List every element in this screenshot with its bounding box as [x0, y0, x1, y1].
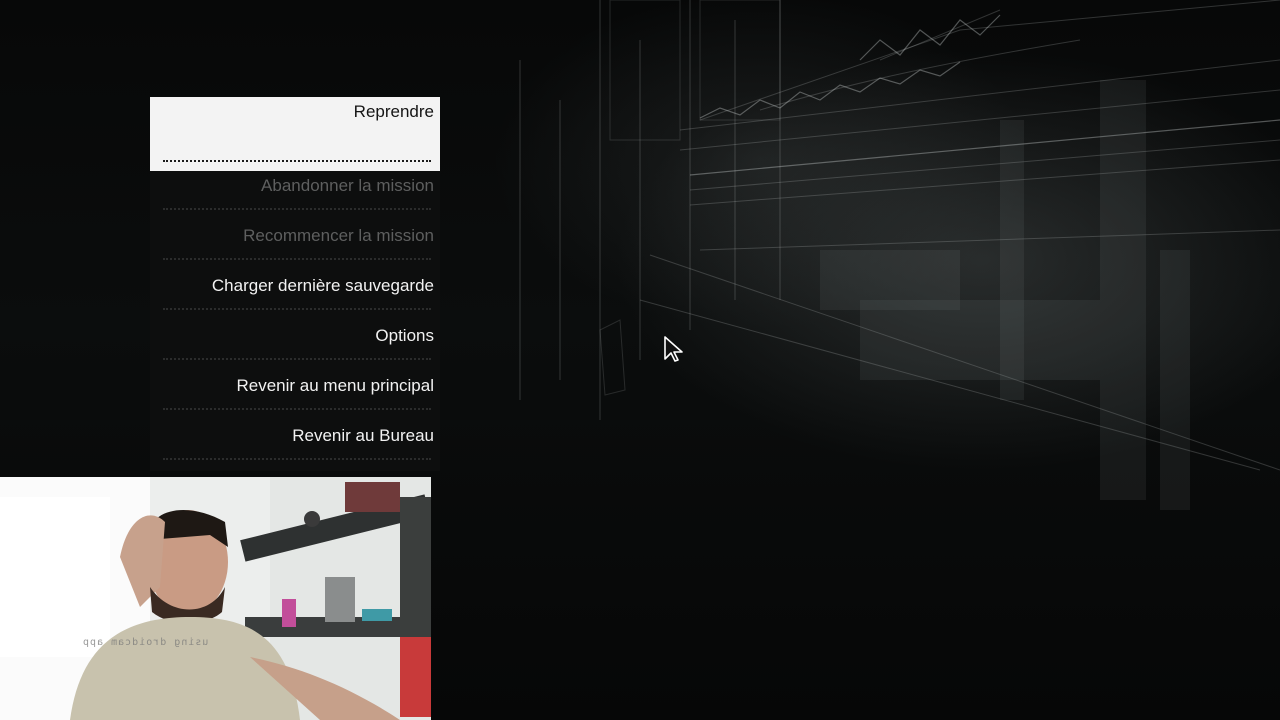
webcam-caption: using droidcam app	[82, 637, 209, 648]
menu-item-divider	[163, 458, 431, 460]
menu-item-label: Reprendre	[353, 102, 434, 121]
menu-item-label: Options	[375, 326, 434, 345]
menu-item-divider	[163, 308, 431, 310]
menu-item-label: Charger dernière sauvegarde	[211, 276, 434, 295]
mouse-pointer-icon	[664, 336, 683, 362]
menu-item-label: Recommencer la mission	[243, 226, 434, 245]
menu-item-main-menu[interactable]: Revenir au menu principal	[150, 371, 440, 421]
menu-item-restart-mission[interactable]: Recommencer la mission	[150, 221, 440, 271]
menu-item-load-last-save[interactable]: Charger dernière sauvegarde	[150, 271, 440, 321]
menu-item-divider	[163, 258, 431, 260]
webcam-overlay: using droidcam app	[0, 477, 431, 720]
menu-item-resume[interactable]: Reprendre	[150, 97, 440, 171]
menu-item-label: Abandonner la mission	[261, 176, 434, 195]
menu-item-options[interactable]: Options	[150, 321, 440, 371]
menu-item-divider	[163, 208, 431, 210]
webcam-feed-image	[0, 477, 431, 720]
game-screen: Reprendre Abandonner la mission Recommen…	[0, 0, 1280, 720]
menu-item-quit-to-desktop[interactable]: Revenir au Bureau	[150, 421, 440, 471]
menu-item-abandon-mission[interactable]: Abandonner la mission	[150, 171, 440, 221]
menu-item-label: Revenir au Bureau	[292, 426, 434, 445]
menu-item-label: Revenir au menu principal	[236, 376, 435, 395]
menu-item-divider	[163, 358, 431, 360]
pause-menu: Reprendre Abandonner la mission Recommen…	[150, 97, 440, 471]
menu-item-divider	[163, 160, 431, 162]
menu-item-divider	[163, 408, 431, 410]
